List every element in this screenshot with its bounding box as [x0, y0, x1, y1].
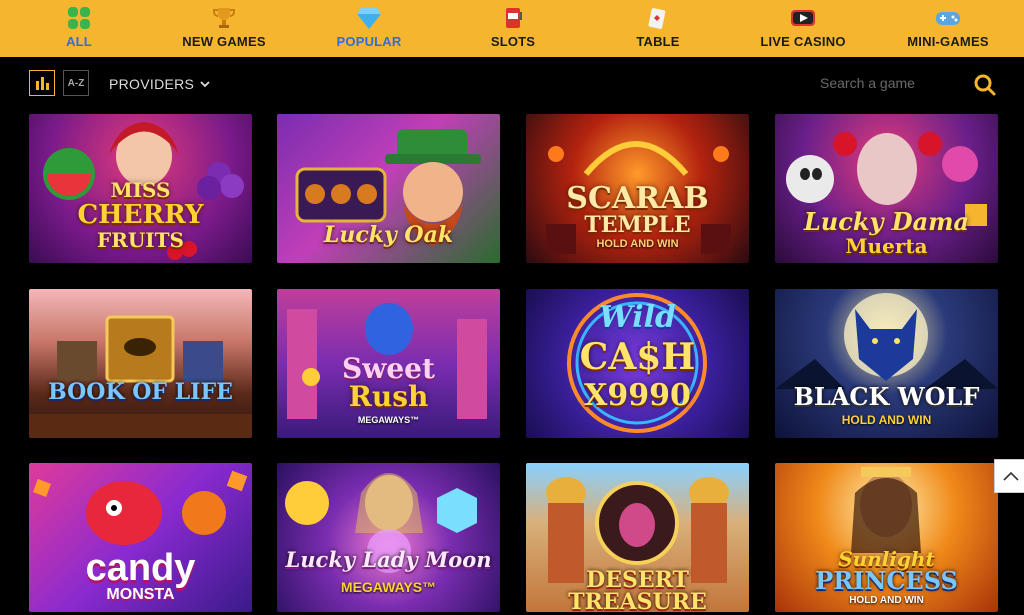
tab-new-games[interactable]: NEW GAMES: [178, 0, 270, 57]
search-button[interactable]: [972, 72, 998, 98]
clover-icon: [66, 6, 92, 30]
tab-mini-games[interactable]: MINI-GAMES: [902, 0, 994, 57]
game-title: Sweet: [342, 352, 435, 385]
tab-slots[interactable]: SLOTS: [487, 0, 539, 57]
game-title: PRINCESS: [815, 566, 958, 595]
search-icon: [974, 74, 996, 96]
providers-label: PROVIDERS: [109, 76, 195, 92]
az-label: A-Z: [67, 77, 85, 89]
category-nav: ALL NEW GAMES POPULAR SLOTS TABLE LIVE C…: [0, 0, 1024, 57]
game-tile-lucky-dama-muerta[interactable]: Lucky Dama Muerta: [775, 114, 998, 263]
tab-live-casino[interactable]: LIVE CASINO: [758, 0, 848, 57]
game-tile-miss-cherry-fruits[interactable]: MISS CHERRY FRUITS: [29, 114, 252, 263]
tab-label: LIVE CASINO: [760, 34, 846, 49]
game-title: Rush: [348, 380, 429, 413]
game-tile-sunlight-princess[interactable]: Sunlight PRINCESS HOLD AND WIN: [775, 463, 998, 612]
chevron-up-icon: [1003, 471, 1019, 481]
tab-label: SLOTS: [490, 34, 536, 49]
gamepad-icon: [935, 6, 961, 30]
tab-label: TABLE: [636, 34, 680, 49]
game-artwork: [29, 315, 252, 438]
game-title: CA$H: [579, 336, 696, 378]
tab-label: NEW GAMES: [182, 34, 266, 49]
game-title: SCARAB: [566, 181, 709, 216]
game-tile-wild-cash-x9990[interactable]: Wild CA$H X9990: [526, 289, 749, 438]
play-icon: [790, 6, 816, 30]
chevron-down-icon: [200, 81, 210, 88]
game-subtitle: MEGAWAYS™: [340, 579, 437, 595]
game-title: X9990: [584, 378, 691, 413]
tab-label: MINI-GAMES: [907, 34, 989, 49]
game-title: Lucky Lady Moon: [285, 547, 492, 572]
game-title: Lucky Dama: [803, 207, 970, 236]
providers-dropdown[interactable]: PROVIDERS: [109, 76, 210, 92]
search-input[interactable]: [820, 72, 960, 94]
game-title: CHERRY: [77, 200, 204, 230]
game-title: Wild: [599, 300, 676, 335]
game-subtitle: HOLD AND WIN: [849, 595, 924, 606]
game-title: candy: [85, 547, 196, 589]
game-title: TEMPLE: [584, 212, 691, 238]
game-tile-lucky-oak[interactable]: Lucky Oak: [277, 114, 500, 263]
game-tile-sweet-rush[interactable]: Sweet Rush MEGAWAYS™: [277, 289, 500, 438]
game-tile-candy-monsta[interactable]: candy MONSTA: [29, 463, 252, 612]
game-title: MISS: [110, 178, 171, 202]
sort-az-button[interactable]: A-Z: [63, 70, 89, 96]
tab-popular[interactable]: POPULAR: [330, 0, 408, 57]
diamond-icon: [356, 6, 382, 30]
game-tile-book-of-life[interactable]: BOOK OF LIFE: [29, 289, 252, 438]
game-title: Lucky Oak: [323, 222, 454, 248]
game-title: MONSTA: [106, 586, 175, 603]
game-title: BOOK OF LIFE: [48, 379, 233, 405]
trophy-icon: [211, 6, 237, 30]
game-title: DESERT TREASURE: [568, 567, 707, 612]
bar-chart-icon: [36, 77, 49, 90]
game-subtitle: MEGAWAYS™: [357, 415, 420, 425]
game-title: FRUITS: [97, 228, 184, 252]
playing-card-icon: [645, 6, 671, 30]
game-tile-scarab-temple[interactable]: SCARAB TEMPLE HOLD AND WIN: [526, 114, 749, 263]
tab-label: POPULAR: [336, 34, 402, 49]
tab-table[interactable]: TABLE: [633, 0, 683, 57]
game-tile-lucky-lady-moon[interactable]: Lucky Lady Moon MEGAWAYS™: [277, 463, 500, 612]
game-subtitle: HOLD AND WIN: [596, 238, 679, 250]
tab-all[interactable]: ALL: [58, 0, 100, 57]
grid-view-button[interactable]: [29, 70, 55, 96]
tab-label: ALL: [66, 34, 92, 49]
game-title: Muerta: [845, 234, 928, 258]
slot-machine-icon: [500, 6, 526, 30]
game-subtitle: HOLD AND WIN: [841, 413, 932, 427]
scroll-to-top-button[interactable]: [994, 459, 1024, 493]
game-tile-black-wolf[interactable]: BLACK WOLF HOLD AND WIN: [775, 289, 998, 438]
game-tile-desert-treasure[interactable]: DESERT TREASURE: [526, 463, 749, 612]
game-title: BLACK WOLF: [793, 382, 980, 411]
